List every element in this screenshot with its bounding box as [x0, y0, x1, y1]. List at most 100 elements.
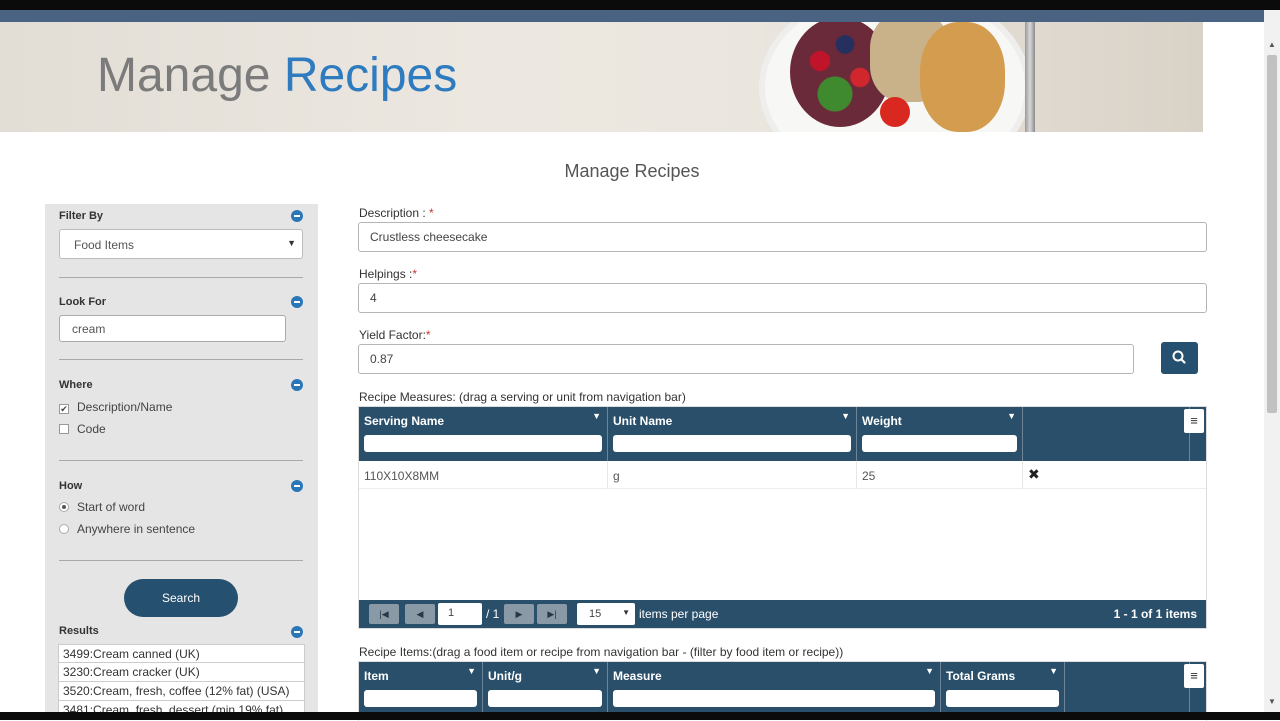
grid-column-menu-icon[interactable]: ≡: [1184, 664, 1204, 688]
items-per-page-label: items per page: [639, 607, 719, 621]
chevron-down-icon[interactable]: ▼: [1007, 411, 1016, 421]
chevron-down-icon[interactable]: ▼: [925, 666, 934, 676]
column-title: Unit Name: [613, 414, 673, 428]
required-marker: *: [412, 267, 418, 281]
column-measure[interactable]: Measure ▼: [608, 662, 941, 716]
results-label: Results: [59, 625, 99, 637]
collapse-filter-by-icon[interactable]: [291, 210, 303, 222]
helpings-label-text: Helpings :: [359, 267, 413, 281]
result-item[interactable]: 3499:Cream canned (UK): [58, 644, 305, 663]
how-option-start-of-word[interactable]: Start of word: [59, 500, 145, 514]
where-option-description[interactable]: ✔ Description/Name: [59, 400, 172, 414]
how-option-anywhere[interactable]: Anywhere in sentence: [59, 522, 195, 536]
helpings-input[interactable]: 4: [358, 283, 1207, 313]
helpings-label: Helpings :*: [359, 267, 417, 281]
divider: [59, 277, 303, 278]
divider: [59, 560, 303, 561]
chevron-down-icon[interactable]: ▼: [1049, 666, 1058, 676]
results-list: 3499:Cream canned (UK) 3230:Cream cracke…: [58, 644, 305, 720]
page-total: / 1: [486, 607, 500, 621]
filter-by-label: Filter By: [59, 210, 104, 222]
first-page-button[interactable]: |◀: [369, 604, 399, 624]
column-title: Total Grams: [946, 669, 1016, 683]
start-of-word-radio[interactable]: [59, 502, 69, 512]
items-per-page-select[interactable]: 15 ▼: [577, 603, 635, 625]
filter-by-select[interactable]: Food Items ▼: [59, 229, 303, 259]
grid-header: Serving Name ▼ Unit Name ▼ Weight ▼ ≡: [359, 407, 1206, 461]
recipe-measures-grid: Serving Name ▼ Unit Name ▼ Weight ▼ ≡ 11…: [358, 406, 1207, 629]
site-top-strip: [0, 10, 1264, 22]
delete-row-icon[interactable]: ✖: [1028, 466, 1040, 483]
anywhere-radio[interactable]: [59, 524, 69, 534]
how-option-start-label: Start of word: [77, 500, 146, 514]
page-title: Manage Recipes: [564, 161, 700, 181]
grid-pager: |◀ ◀ 1 / 1 ▶ ▶| 15 ▼ items per page 1 - …: [359, 600, 1206, 628]
grid-column-menu-icon[interactable]: ≡: [1184, 409, 1204, 433]
yield-factor-input[interactable]: 0.87: [358, 344, 1134, 374]
serving-name-filter-input[interactable]: [364, 435, 602, 452]
yield-factor-label-text: Yield Factor:: [359, 328, 426, 342]
column-actions: [1023, 407, 1190, 461]
yield-factor-label: Yield Factor:*: [359, 328, 431, 342]
description-label-text: Description :: [359, 206, 430, 220]
total-grams-filter-input[interactable]: [946, 690, 1059, 707]
banner-title-part1: Manage: [97, 49, 271, 102]
column-unit-name[interactable]: Unit Name ▼: [608, 407, 857, 461]
next-page-button[interactable]: ▶: [504, 604, 534, 624]
look-for-input[interactable]: [59, 315, 286, 342]
column-total-grams[interactable]: Total Grams ▼: [941, 662, 1065, 716]
code-checkbox[interactable]: [59, 424, 69, 434]
column-serving-name[interactable]: Serving Name ▼: [359, 407, 608, 461]
unit-name-filter-input[interactable]: [613, 435, 851, 452]
collapse-where-icon[interactable]: [291, 379, 303, 391]
items-per-page-value: 15: [589, 608, 602, 620]
pager-info: 1 - 1 of 1 items: [1113, 607, 1197, 621]
chevron-down-icon[interactable]: ▼: [592, 666, 601, 676]
unit-g-filter-input[interactable]: [488, 690, 602, 707]
search-button[interactable]: Search: [124, 579, 238, 617]
grid-header: Item ▼ Unit/g ▼ Measure ▼ Total Grams ▼ …: [359, 662, 1206, 716]
chevron-down-icon[interactable]: ▼: [467, 666, 476, 676]
result-item[interactable]: 3230:Cream cracker (UK): [58, 663, 305, 682]
prev-page-button[interactable]: ◀: [405, 604, 435, 624]
browser-bottom-edge: [0, 712, 1280, 720]
chevron-down-icon[interactable]: ▼: [592, 411, 601, 421]
serving-name-cell: 110X10X8MM: [359, 461, 608, 489]
description-checkbox[interactable]: ✔: [59, 404, 69, 414]
scrollbar-thumb[interactable]: [1267, 55, 1277, 413]
measure-filter-input[interactable]: [613, 690, 935, 707]
look-for-label: Look For: [59, 296, 107, 308]
collapse-look-for-icon[interactable]: [291, 296, 303, 308]
column-weight[interactable]: Weight ▼: [857, 407, 1023, 461]
result-item[interactable]: 3520:Cream, fresh, coffee (12% fat) (USA…: [58, 682, 305, 701]
required-marker: *: [425, 328, 431, 342]
collapse-how-icon[interactable]: [291, 480, 303, 492]
chevron-down-icon: ▼: [287, 238, 296, 248]
where-option-code[interactable]: Code: [59, 422, 106, 436]
last-page-button[interactable]: ▶|: [537, 604, 567, 624]
where-label: Where: [59, 379, 93, 391]
chevron-down-icon[interactable]: ▼: [841, 411, 850, 421]
item-filter-input[interactable]: [364, 690, 477, 707]
collapse-results-icon[interactable]: [291, 626, 303, 638]
table-row[interactable]: 110X10X8MM g 25 ✖: [359, 461, 1206, 489]
column-unit-g[interactable]: Unit/g ▼: [483, 662, 608, 716]
column-actions: [1065, 662, 1190, 716]
banner-title-part2: Recipes: [283, 49, 458, 102]
column-item[interactable]: Item ▼: [359, 662, 483, 716]
scroll-down-arrow-icon[interactable]: ▼: [1268, 697, 1276, 706]
column-title: Serving Name: [364, 414, 445, 428]
column-title: Measure: [613, 669, 662, 683]
weight-filter-input[interactable]: [862, 435, 1017, 452]
page-number-input[interactable]: 1: [438, 603, 482, 625]
how-option-anywhere-label: Anywhere in sentence: [77, 522, 196, 536]
search-icon: [1172, 350, 1186, 364]
scroll-up-arrow-icon[interactable]: ▲: [1268, 40, 1276, 49]
yield-lookup-button[interactable]: [1161, 342, 1198, 374]
banner-fork-image: [1025, 22, 1035, 132]
required-marker: *: [429, 206, 434, 220]
banner-tomato-image: [880, 97, 910, 127]
filter-by-value: Food Items: [74, 238, 135, 252]
banner-chicken-image: [920, 22, 1005, 132]
description-input[interactable]: Crustless cheesecake: [358, 222, 1207, 252]
